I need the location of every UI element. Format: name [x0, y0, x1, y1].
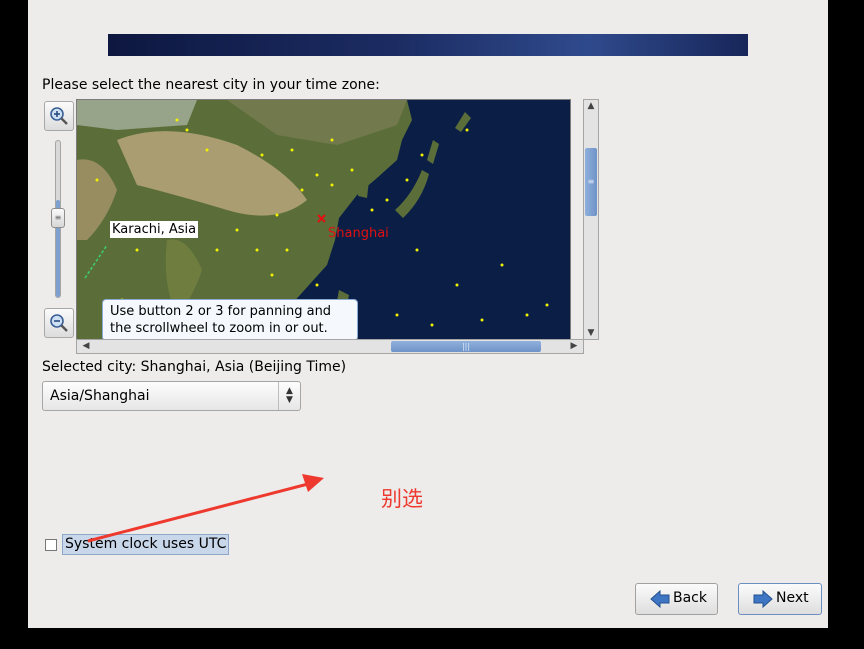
installer-window: Please select the nearest city in your t… [28, 0, 828, 628]
map-vertical-scrollbar[interactable]: ▲ ≡ ▼ [583, 99, 599, 340]
zoom-out-icon [50, 314, 68, 332]
back-button[interactable]: Back [635, 583, 718, 615]
scroll-left-arrow-icon[interactable]: ◀ [79, 340, 93, 353]
karachi-city-label: Karachi, Asia [110, 221, 199, 238]
header-banner [108, 34, 748, 56]
map-help-tooltip: Use button 2 or 3 for panning and the sc… [102, 299, 358, 339]
next-button-label: Next [776, 590, 809, 606]
map-horizontal-scrollbar[interactable]: ◀ ||| ▶ [76, 339, 584, 354]
horizontal-scroll-thumb[interactable]: ||| [391, 341, 541, 352]
zoom-in-button[interactable] [44, 101, 74, 131]
utc-checkbox[interactable] [45, 539, 57, 551]
zoom-slider-handle[interactable]: ≡ [51, 208, 65, 228]
back-arrow-icon [650, 590, 670, 608]
zoom-in-icon [50, 107, 68, 125]
utc-checkbox-label[interactable]: System clock uses UTC [62, 534, 230, 555]
timezone-prompt: Please select the nearest city in your t… [42, 77, 380, 93]
next-button[interactable]: Next [738, 583, 822, 615]
annotation-text: 别选 [381, 487, 423, 511]
back-button-label: Back [673, 590, 707, 606]
timezone-select[interactable]: Asia/Shanghai ▲ ▼ [42, 381, 301, 411]
zoom-out-button[interactable] [44, 308, 74, 338]
selected-city-text: Selected city: Shanghai, Asia (Beijing T… [42, 359, 347, 375]
scroll-down-arrow-icon[interactable]: ▼ [584, 328, 598, 338]
vertical-scroll-thumb[interactable]: ≡ [585, 148, 597, 216]
select-updown-icon: ▲ ▼ [278, 382, 300, 410]
scroll-up-arrow-icon[interactable]: ▲ [584, 101, 598, 111]
shanghai-city-label: Shanghai [328, 226, 389, 241]
next-arrow-icon [753, 590, 773, 608]
scroll-right-arrow-icon[interactable]: ▶ [567, 340, 581, 353]
timezone-select-value: Asia/Shanghai [50, 388, 150, 404]
timezone-map[interactable]: Karachi, Asia Shanghai Use button 2 or 3… [76, 99, 571, 340]
